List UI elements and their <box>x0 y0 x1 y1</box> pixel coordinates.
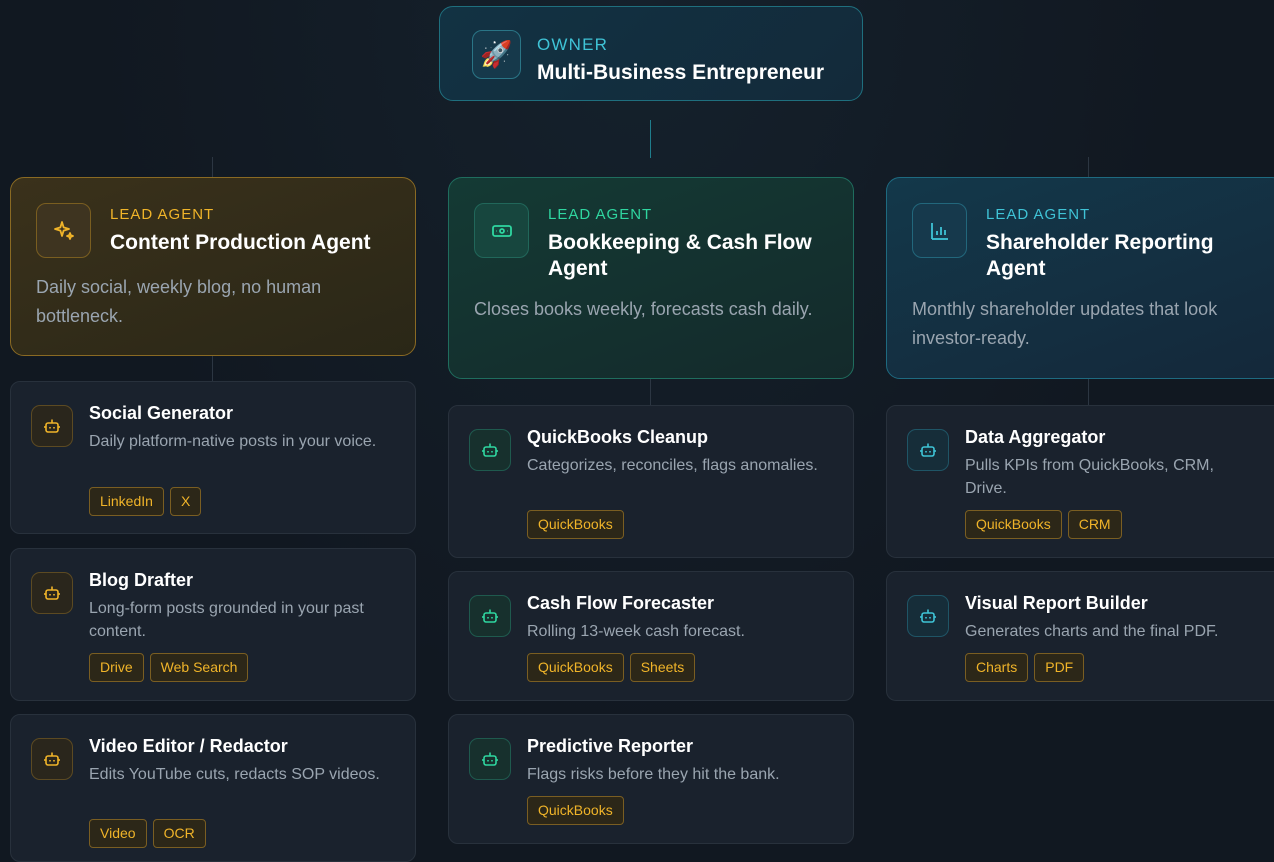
agent-title: QuickBooks Cleanup <box>527 427 709 447</box>
agent-description: Long-form posts grounded in your past co… <box>89 600 364 640</box>
lead-eyebrow: LEAD AGENT <box>548 206 653 223</box>
lead-card-shareholder-reporting[interactable]: LEAD AGENT Shareholder Reporting Agent M… <box>886 177 1274 379</box>
agent-card-predictive-reporter[interactable]: Predictive Reporter Flags risks before t… <box>448 714 854 844</box>
robot-icon <box>31 738 73 780</box>
agent-card-cash-flow-forecaster[interactable]: Cash Flow Forecaster Rolling 13-week cas… <box>448 571 854 701</box>
robot-icon <box>469 595 511 637</box>
tag-sheets: Sheets <box>629 653 696 682</box>
owner-eyebrow: OWNER <box>537 35 609 54</box>
robot-icon <box>31 572 73 614</box>
tag-pdf: PDF <box>1034 653 1085 682</box>
tag-linkedin: LinkedIn <box>89 487 164 516</box>
agent-title: Social Generator <box>89 403 234 423</box>
agent-description: Rolling 13-week cash forecast. <box>527 623 745 640</box>
owner-connector <box>650 120 651 158</box>
agent-card-visual-report-builder[interactable]: Visual Report Builder Generates charts a… <box>886 571 1274 701</box>
agent-title: Blog Drafter <box>89 570 194 590</box>
lead-eyebrow: LEAD AGENT <box>110 206 215 223</box>
agent-card-data-aggregator[interactable]: Data Aggregator Pulls KPIs from QuickBoo… <box>886 405 1274 558</box>
robot-icon <box>469 429 511 471</box>
connector-col1-top <box>212 157 213 177</box>
agent-card-quickbooks-cleanup[interactable]: QuickBooks Cleanup Categorizes, reconcil… <box>448 405 854 558</box>
agent-description: Pulls KPIs from QuickBooks, CRM, Drive. <box>965 457 1214 497</box>
tag-quickbooks: QuickBooks <box>527 653 624 682</box>
tag-quickbooks: QuickBooks <box>527 510 624 539</box>
lead-title: Bookkeeping & Cash Flow Agent <box>548 231 812 280</box>
agent-card-video-editor[interactable]: Video Editor / Redactor Edits YouTube cu… <box>10 714 416 862</box>
robot-icon <box>907 429 949 471</box>
lead-description: Monthly shareholder updates that look in… <box>912 299 1218 348</box>
lead-title: Shareholder Reporting Agent <box>986 231 1214 280</box>
rocket-icon: 🚀 <box>472 30 521 79</box>
bar-chart-icon <box>912 203 967 258</box>
tag-crm: CRM <box>1067 510 1122 539</box>
tag-x: X <box>169 487 202 516</box>
robot-icon <box>31 405 73 447</box>
agent-description: Daily platform-native posts in your voic… <box>89 433 377 450</box>
sparkles-icon <box>36 203 91 258</box>
tag-ocr: OCR <box>152 819 206 848</box>
tag-quickbooks: QuickBooks <box>965 510 1062 539</box>
lead-card-bookkeeping[interactable]: LEAD AGENT Bookkeeping & Cash Flow Agent… <box>448 177 854 379</box>
tag-video: Video <box>89 819 147 848</box>
lead-description: Closes books weekly, forecasts cash dail… <box>474 299 813 319</box>
owner-title: Multi-Business Entrepreneur <box>537 61 825 84</box>
tag-quickbooks: QuickBooks <box>527 796 624 825</box>
tag-charts: Charts <box>965 653 1029 682</box>
tag-drive: Drive <box>89 653 144 682</box>
lead-eyebrow: LEAD AGENT <box>986 206 1091 223</box>
lead-title: Content Production Agent <box>110 231 371 254</box>
robot-icon <box>469 738 511 780</box>
robot-icon <box>907 595 949 637</box>
connector-col3-sub <box>1088 379 1089 405</box>
agent-title: Data Aggregator <box>965 427 1106 447</box>
connector-col2-sub <box>650 379 651 405</box>
connector-col3-top <box>1088 157 1089 177</box>
agent-description: Flags risks before they hit the bank. <box>527 766 780 783</box>
agent-description: Edits YouTube cuts, redacts SOP videos. <box>89 766 380 783</box>
agent-title: Cash Flow Forecaster <box>527 593 715 613</box>
connector-col1-sub <box>212 356 213 381</box>
lead-card-content-production[interactable]: LEAD AGENT Content Production Agent Dail… <box>10 177 416 356</box>
agent-title: Visual Report Builder <box>965 593 1148 613</box>
tag-web-search: Web Search <box>149 653 249 682</box>
agent-card-blog-drafter[interactable]: Blog Drafter Long-form posts grounded in… <box>10 548 416 701</box>
agent-description: Categorizes, reconciles, flags anomalies… <box>527 457 818 474</box>
agent-title: Video Editor / Redactor <box>89 736 288 756</box>
lead-description: Daily social, weekly blog, no human bott… <box>36 277 322 326</box>
banknote-icon <box>474 203 529 258</box>
owner-card[interactable]: 🚀 OWNER Multi-Business Entrepreneur <box>439 6 863 101</box>
agent-title: Predictive Reporter <box>527 736 694 756</box>
agent-card-social-generator[interactable]: Social Generator Daily platform-native p… <box>10 381 416 534</box>
agent-description: Generates charts and the final PDF. <box>965 623 1219 640</box>
